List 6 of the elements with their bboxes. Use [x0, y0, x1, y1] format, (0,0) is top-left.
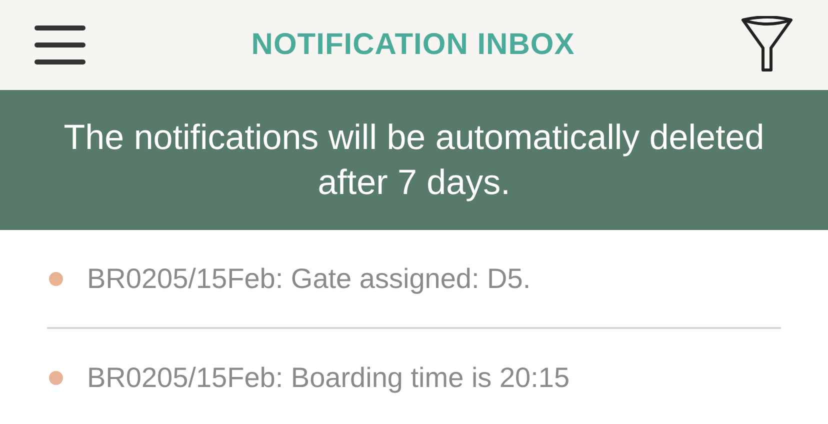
notification-text[interactable]: BR0205/15Feb: Gate assigned: D5.	[87, 262, 531, 294]
notification-text[interactable]: BR0205/15Feb: Boarding time is 20:15	[87, 362, 570, 394]
filter-button[interactable]	[740, 16, 794, 74]
retention-notice: The notifications will be automatically deleted after 7 days.	[62, 116, 766, 204]
menu-button[interactable]	[34, 24, 86, 66]
screen-title: NOTIFICATION INBOX	[251, 28, 575, 62]
